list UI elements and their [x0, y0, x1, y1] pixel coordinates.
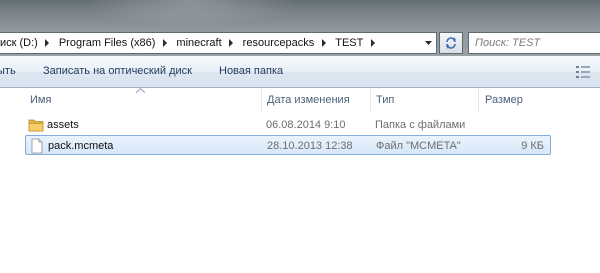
column-divider[interactable]: [261, 88, 262, 112]
breadcrumb-chevron-icon[interactable]: [366, 33, 379, 53]
new-folder-button[interactable]: Новая папка: [219, 65, 283, 77]
file-date: 28.10.2013 12:38: [267, 140, 353, 152]
breadcrumb-label: TEST: [335, 37, 364, 49]
search-placeholder: Поиск: TEST: [475, 37, 541, 49]
window-title-area: [0, 0, 600, 28]
breadcrumb-chevron-icon[interactable]: [158, 33, 171, 53]
breadcrumb-minecraft[interactable]: minecraft: [171, 33, 237, 53]
refresh-icon: [446, 37, 456, 49]
column-header-row: Имя Дата изменения Тип Размер: [0, 88, 600, 112]
file-date: 06.08.2014 9:10: [266, 119, 346, 131]
search-input[interactable]: Поиск: TEST: [468, 32, 600, 54]
file-size: 9 КБ: [521, 140, 544, 152]
file-type: Файл "MCMETA": [376, 140, 461, 152]
file-name: pack.mcmeta: [48, 140, 114, 152]
column-header-date[interactable]: Дата изменения: [267, 94, 350, 106]
breadcrumb-resourcepacks[interactable]: resourcepacks: [238, 33, 331, 53]
address-history-dropdown-icon[interactable]: [421, 35, 435, 51]
breadcrumb-label: minecraft: [176, 37, 222, 49]
file-icon: [29, 138, 45, 154]
address-row: иск (D:) Program Files (x86) minecraft r…: [0, 28, 600, 56]
breadcrumb-test[interactable]: TEST: [330, 33, 379, 53]
refresh-button[interactable]: [439, 32, 463, 54]
command-bar: ыть Записать на оптический диск Новая па…: [0, 56, 600, 88]
breadcrumb-chevron-icon[interactable]: [317, 33, 330, 53]
file-row-assets[interactable]: assets 06.08.2014 9:10 Папка с файлами: [25, 115, 551, 135]
open-button-partial[interactable]: ыть: [0, 65, 16, 77]
folder-icon: [28, 117, 44, 133]
breadcrumb-chevron-icon[interactable]: [41, 33, 54, 53]
column-header-name[interactable]: Имя: [30, 94, 51, 106]
sort-ascending-icon: [136, 88, 145, 93]
breadcrumb-program-files[interactable]: Program Files (x86): [54, 33, 172, 53]
column-divider[interactable]: [478, 88, 479, 112]
column-divider[interactable]: [370, 88, 371, 112]
breadcrumb-chevron-icon[interactable]: [225, 33, 238, 53]
file-name: assets: [47, 119, 79, 131]
column-header-size[interactable]: Размер: [485, 94, 523, 106]
burn-to-disc-button[interactable]: Записать на оптический диск: [43, 65, 192, 77]
file-row-pack-mcmeta[interactable]: pack.mcmeta 28.10.2013 12:38 Файл "MCMET…: [25, 135, 551, 155]
breadcrumb-label: иск (D:): [0, 37, 38, 49]
breadcrumb-drive[interactable]: иск (D:): [0, 33, 54, 53]
address-bar[interactable]: иск (D:) Program Files (x86) minecraft r…: [0, 32, 437, 54]
glass-reflection: [80, 0, 300, 28]
file-type: Папка с файлами: [375, 119, 466, 131]
breadcrumb-label: Program Files (x86): [58, 37, 156, 49]
change-view-icon[interactable]: [575, 65, 591, 79]
breadcrumb-label: resourcepacks: [242, 37, 315, 49]
column-header-type[interactable]: Тип: [376, 94, 394, 106]
